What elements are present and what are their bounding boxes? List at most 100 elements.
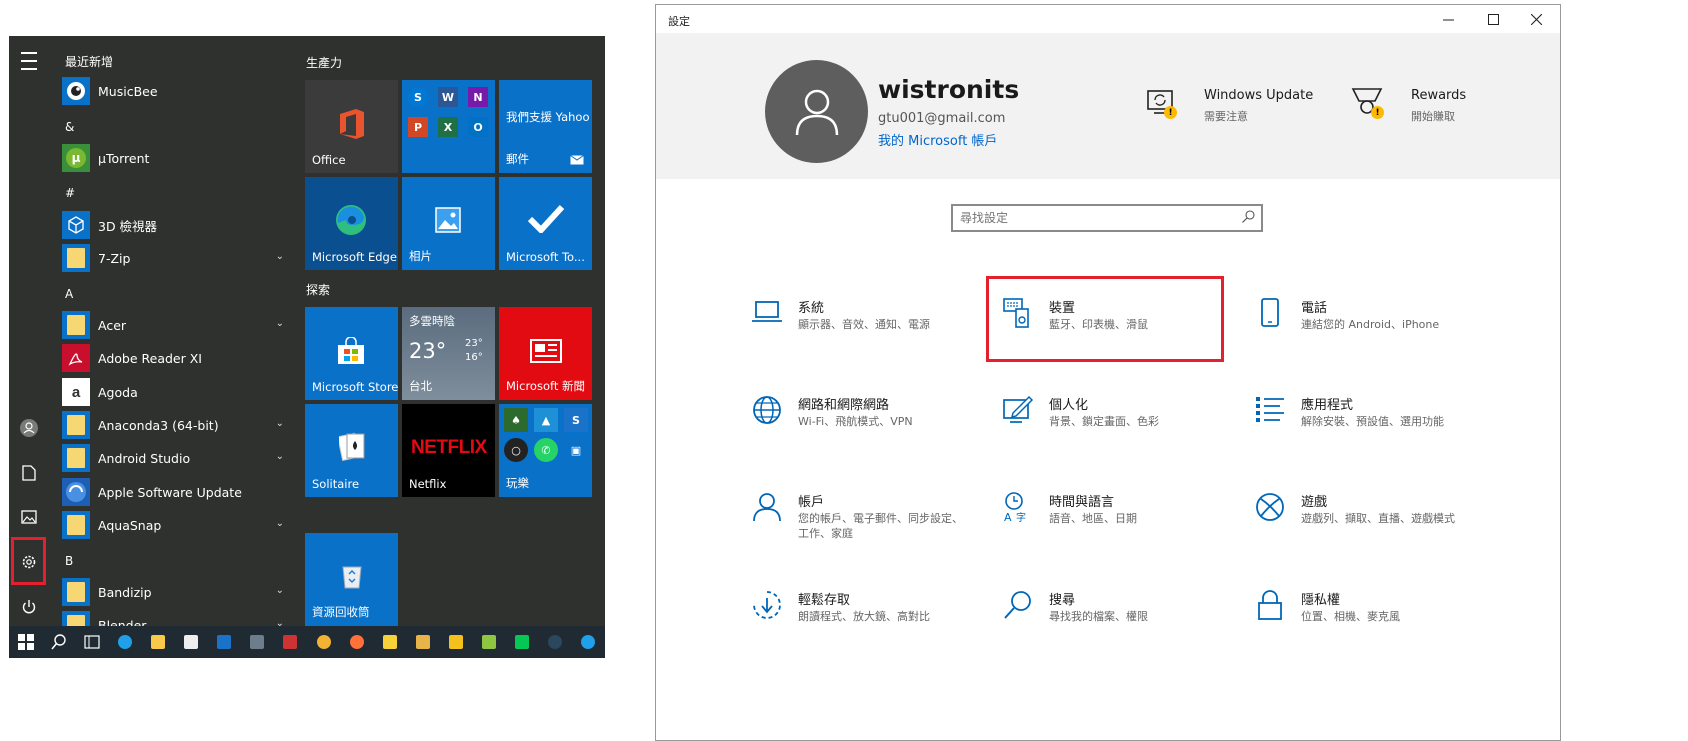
section-productivity[interactable]: 生產力 — [306, 54, 342, 71]
documents-button[interactable] — [9, 453, 49, 493]
category-search[interactable]: 搜尋 尋找我的檔案、權限 — [1002, 587, 1242, 657]
account-link[interactable]: 我的 Microsoft 帳戶 — [878, 130, 997, 149]
tile-mail[interactable]: 我們支援 Yahoo 郵件 — [499, 80, 592, 173]
close-button[interactable] — [1514, 5, 1558, 33]
taskbar-search-button[interactable] — [42, 626, 75, 658]
task-view-button[interactable] — [75, 626, 108, 658]
taskbar-edge[interactable] — [108, 626, 141, 658]
taskbar-media[interactable] — [373, 626, 406, 658]
tile-office[interactable]: Office — [305, 80, 398, 173]
category-phone[interactable]: 電話 連結您的 Android、iPhone — [1254, 295, 1494, 365]
tile-label: Microsoft Edge — [312, 250, 397, 264]
settings-search-box[interactable] — [951, 204, 1263, 232]
chevron-down-icon[interactable]: ⌄ — [276, 518, 284, 529]
taskbar-app[interactable] — [274, 626, 307, 658]
taskbar-notes[interactable] — [473, 626, 506, 658]
app-item-aquasnap[interactable]: AquaSnap ⌄ — [62, 510, 288, 540]
tile-mail-title: 我們支援 Yahoo — [506, 110, 590, 124]
app-item-3d-viewer[interactable]: 3D 檢視器 — [62, 210, 288, 240]
folder-icon — [62, 444, 90, 472]
tile-solitaire[interactable]: Solitaire — [305, 404, 398, 497]
chevron-down-icon[interactable]: ⌄ — [276, 318, 284, 329]
chevron-down-icon[interactable]: ⌄ — [276, 251, 284, 262]
windows-start-button[interactable] — [9, 626, 42, 658]
category-subtitle: 顯示器、音效、通知、電源 — [798, 318, 930, 331]
warning-icon: ! — [1371, 106, 1384, 119]
group-header[interactable]: & — [65, 120, 74, 134]
category-gaming[interactable]: 遊戲 遊戲列、擷取、直播、遊戲模式 — [1254, 489, 1494, 559]
group-header[interactable]: # — [65, 186, 75, 200]
chevron-down-icon[interactable]: ⌄ — [276, 585, 284, 596]
group-header[interactable]: 最近新增 — [65, 53, 113, 70]
category-network[interactable]: 網路和網際網路 Wi-Fi、飛航模式、VPN — [751, 392, 991, 462]
app-icon — [283, 635, 298, 649]
tile-office-apps[interactable]: S W N P X O — [402, 80, 495, 173]
category-time-language[interactable]: A字 時間與語言 語音、地區、日期 — [1002, 489, 1242, 559]
app-item-adobe-reader[interactable]: Adobe Reader XI — [62, 343, 288, 373]
chevron-down-icon[interactable]: ⌄ — [276, 418, 284, 429]
tile-recycle-bin[interactable]: 資源回收筒 — [305, 533, 398, 626]
pictures-button[interactable] — [9, 497, 49, 537]
user-icon — [20, 419, 38, 437]
app-item-apple-update[interactable]: Apple Software Update — [62, 477, 288, 507]
app-name: Agoda — [98, 384, 138, 400]
app-item-7zip[interactable]: 7-Zip ⌄ — [62, 243, 288, 273]
tile-news[interactable]: Microsoft 新聞 — [499, 307, 592, 400]
app-item-agoda[interactable]: a Agoda — [62, 377, 288, 407]
windows-logo-icon — [17, 634, 34, 650]
app-item-anaconda[interactable]: Anaconda3 (64-bit) ⌄ — [62, 410, 288, 440]
app-item-bandizip[interactable]: Bandizip ⌄ — [62, 577, 288, 607]
category-accounts[interactable]: 帳戶 您的帳戶、電子郵件、同步設定、工作、家庭 — [751, 489, 991, 559]
category-personalization[interactable]: 個人化 背景、鎖定畫面、色彩 — [1002, 392, 1242, 462]
taskbar-explorer[interactable] — [141, 626, 174, 658]
taskbar-extra[interactable] — [572, 626, 605, 658]
app-item-android-studio[interactable]: Android Studio ⌄ — [62, 443, 288, 473]
category-ease-of-access[interactable]: 輕鬆存取 朗讀程式、放大鏡、高對比 — [751, 587, 991, 657]
time-language-icon: A字 — [1004, 492, 1026, 523]
taskbar-store[interactable] — [175, 626, 208, 658]
app-item-musicbee[interactable]: MusicBee — [62, 76, 288, 106]
taskbar-chrome[interactable] — [307, 626, 340, 658]
settings-button-highlight — [11, 537, 46, 585]
power-icon — [22, 600, 36, 614]
phone-icon — [1261, 298, 1279, 327]
app-name: Apple Software Update — [98, 484, 242, 500]
maximize-button[interactable] — [1471, 5, 1515, 33]
tile-todo[interactable]: Microsoft To... — [499, 177, 592, 270]
taskbar-firefox[interactable] — [340, 626, 373, 658]
tile-netflix[interactable]: NETFLIX Netflix — [402, 404, 495, 497]
taskbar-player[interactable] — [439, 626, 472, 658]
minimize-button[interactable] — [1426, 5, 1470, 33]
taskbar-calculator[interactable] — [241, 626, 274, 658]
taskbar-steam[interactable] — [539, 626, 572, 658]
chevron-down-icon[interactable]: ⌄ — [276, 451, 284, 462]
tile-photos[interactable]: 相片 — [402, 177, 495, 270]
tile-label: Netflix — [409, 477, 447, 491]
tile-edge[interactable]: Microsoft Edge — [305, 177, 398, 270]
taskbar-files[interactable] — [406, 626, 439, 658]
line-icon — [515, 635, 530, 649]
files-icon — [415, 635, 430, 649]
group-header[interactable]: B — [65, 554, 73, 568]
powerpoint-icon: P — [408, 117, 428, 137]
taskbar-mail[interactable] — [208, 626, 241, 658]
power-button[interactable] — [9, 587, 49, 627]
section-explore[interactable]: 探索 — [306, 281, 330, 298]
taskbar-line[interactable] — [506, 626, 539, 658]
tile-store[interactable]: Microsoft Store — [305, 307, 398, 400]
category-title: 遊戲 — [1301, 495, 1328, 510]
category-privacy[interactable]: 隱私權 位置、相機、麥克風 — [1254, 587, 1494, 657]
hamburger-menu-button[interactable] — [9, 41, 49, 81]
media-icon — [382, 635, 397, 649]
user-avatar-button[interactable] — [9, 408, 49, 448]
settings-search-input[interactable] — [953, 206, 1223, 230]
tile-play[interactable]: ♠ ▲ S ○ ✆ ▣ 玩樂 — [499, 404, 592, 497]
group-header[interactable]: A — [65, 287, 73, 301]
user-avatar[interactable] — [765, 60, 868, 163]
tile-weather[interactable]: 多雲時陰 23° 23° 16° 台北 — [402, 307, 495, 400]
category-apps[interactable]: 應用程式 解除安裝、預設值、選用功能 — [1254, 392, 1494, 462]
category-system[interactable]: 系統 顯示器、音效、通知、電源 — [751, 295, 991, 365]
tile-label: 玩樂 — [506, 476, 529, 490]
app-item-acer[interactable]: Acer ⌄ — [62, 310, 288, 340]
app-item-utorrent[interactable]: µ µTorrent — [62, 143, 288, 173]
